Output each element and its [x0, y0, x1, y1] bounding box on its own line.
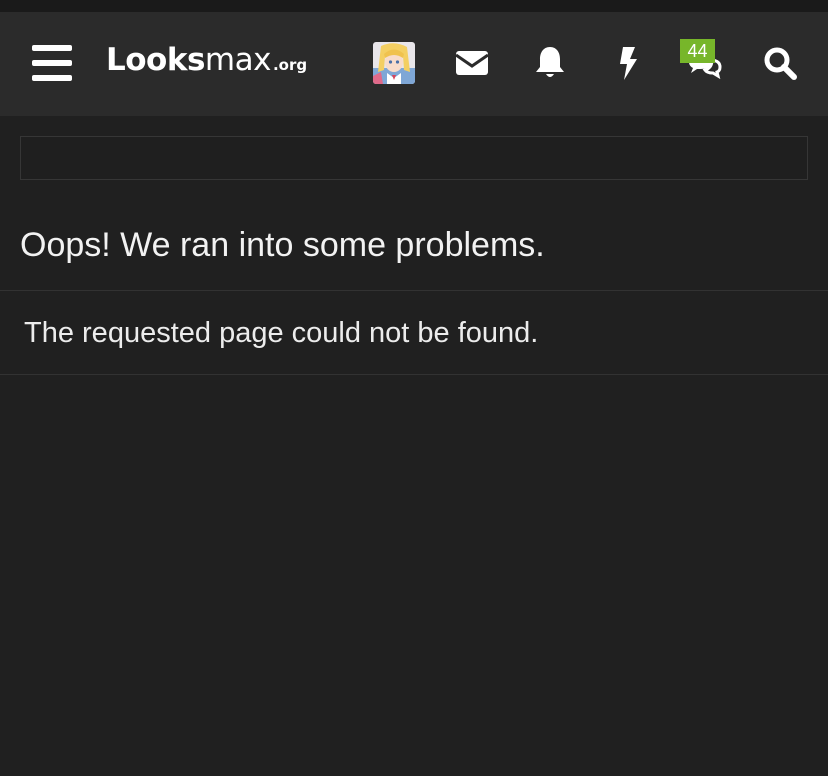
- breadcrumb-box: [20, 136, 808, 180]
- conversations-badge[interactable]: 44: [680, 39, 715, 63]
- menu-hamburger-icon[interactable]: [32, 45, 72, 81]
- bell-icon[interactable]: [530, 43, 570, 83]
- bolt-icon[interactable]: [608, 43, 648, 83]
- logo-text-sub: max: [204, 42, 272, 78]
- search-icon[interactable]: [760, 43, 800, 83]
- envelope-icon[interactable]: [452, 43, 492, 83]
- error-message: The requested page could not be found.: [24, 317, 539, 349]
- site-logo[interactable]: Looks max .org: [106, 42, 307, 82]
- header-bar: Looks max .org 44: [0, 12, 828, 116]
- logo-text-tld: .org: [272, 56, 308, 74]
- logo-text-main: Looks: [106, 42, 205, 78]
- divider: [0, 290, 828, 291]
- top-strip: [0, 0, 828, 12]
- divider: [0, 374, 828, 375]
- page-title: Oops! We ran into some problems.: [20, 226, 545, 264]
- user-avatar[interactable]: [373, 42, 415, 84]
